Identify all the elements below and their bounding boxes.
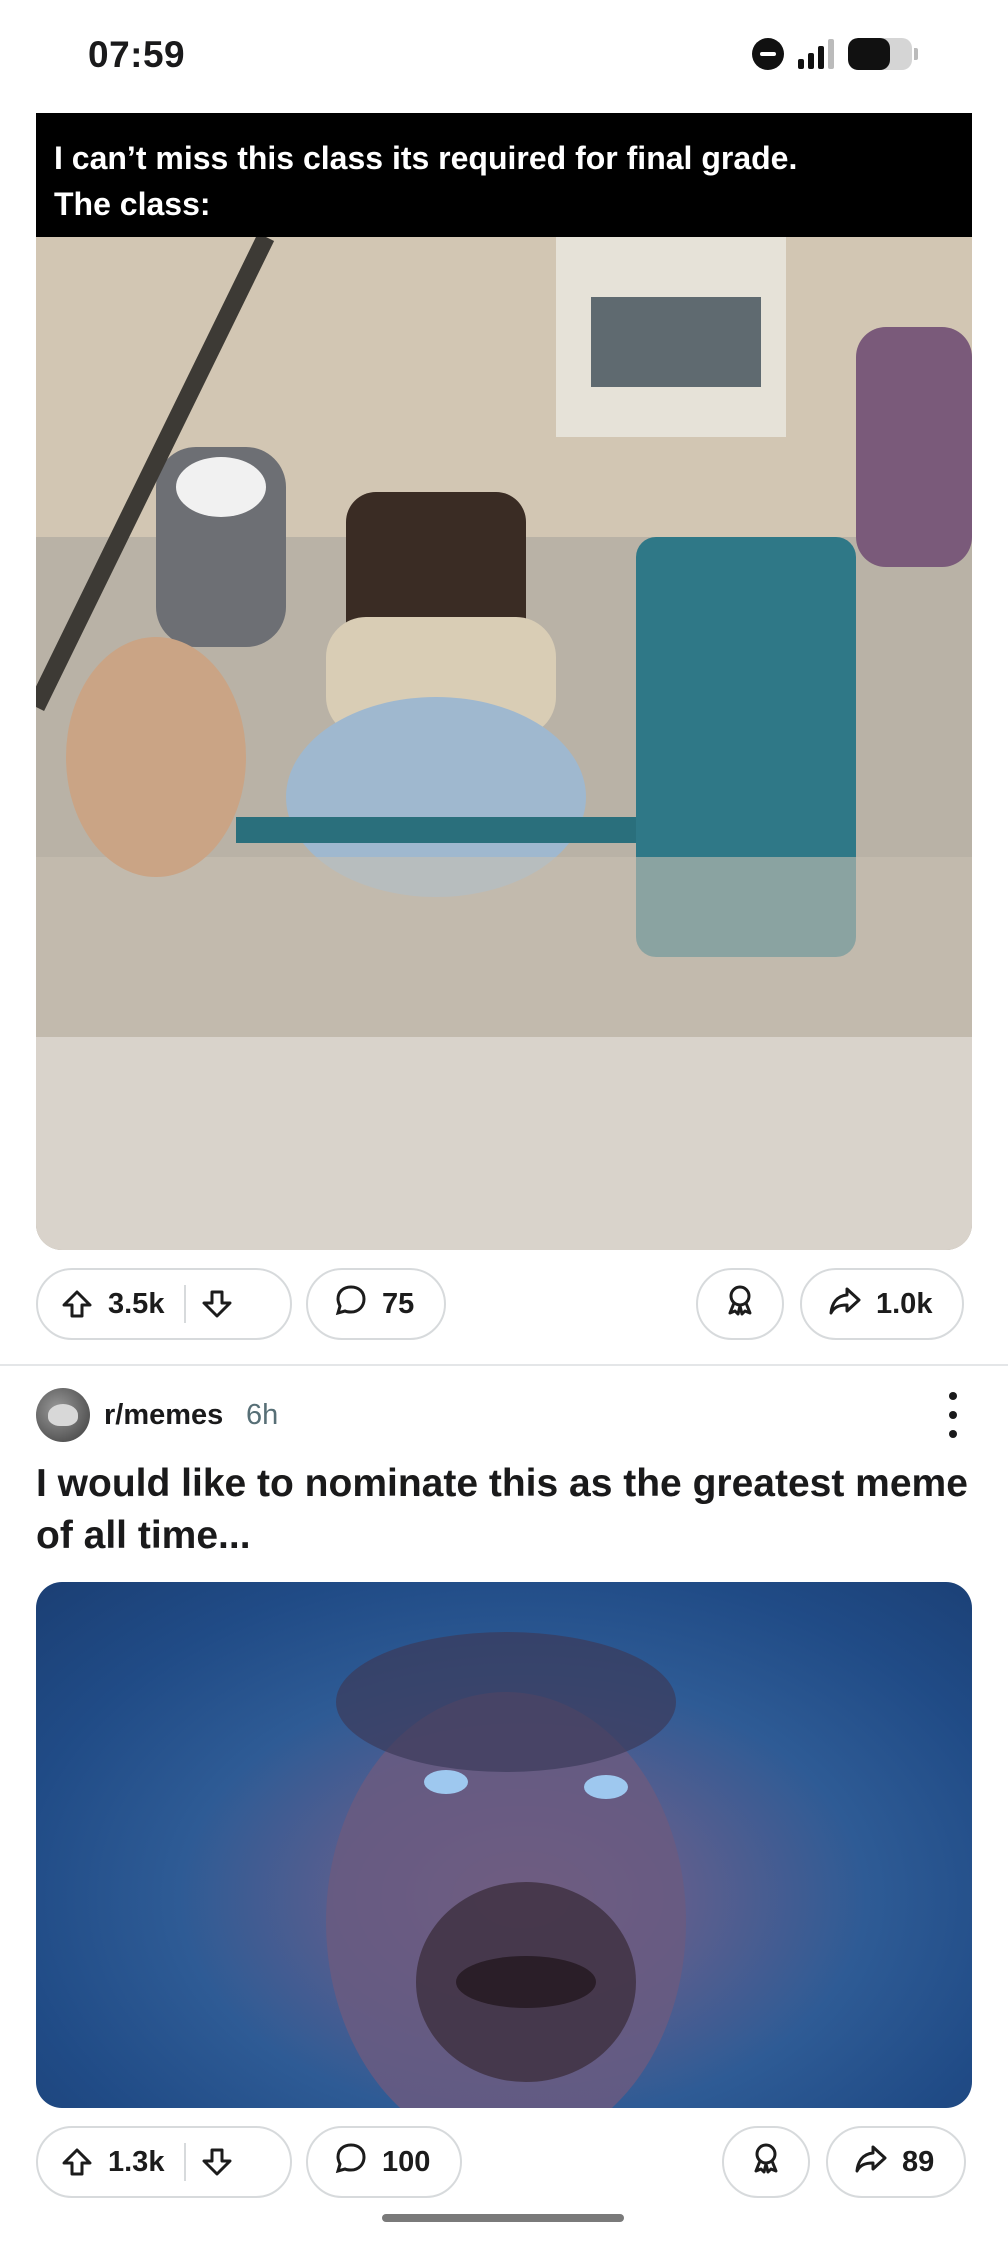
speech-bubble-icon — [334, 1283, 368, 1325]
vote-separator — [184, 2143, 187, 2181]
downvote-arrow-icon[interactable] — [200, 1287, 234, 1321]
upvote-arrow-icon[interactable] — [60, 1287, 94, 1321]
man-looking-up-illustration — [326, 1632, 686, 2108]
post2-award-button[interactable] — [722, 2126, 810, 2198]
post1-action-bar: 3.5k 75 1.0k — [36, 1268, 972, 1344]
post1-comments-button[interactable]: 75 — [306, 1268, 447, 1340]
status-clock: 07:59 — [88, 34, 186, 75]
post2-image[interactable] — [36, 1582, 972, 2108]
share-arrow-icon — [828, 1283, 862, 1325]
home-indicator[interactable] — [382, 2214, 624, 2222]
post1-image[interactable]: I can’t miss this class its required for… — [36, 113, 972, 1250]
signal-strength-icon — [798, 39, 834, 69]
post2-share-button[interactable]: 89 — [826, 2126, 967, 2198]
meme-caption: I can’t miss this class its required for… — [36, 113, 972, 237]
vertical-ellipsis-icon[interactable] — [948, 1392, 958, 1438]
post2-subreddit-name[interactable]: r/memes — [104, 1399, 223, 1432]
vote-separator — [184, 1285, 187, 1323]
post-divider — [0, 1364, 1008, 1366]
post1-award-button[interactable] — [696, 1268, 784, 1340]
post2-share-count: 89 — [902, 2145, 935, 2178]
post2-age: 6h — [246, 1399, 279, 1431]
share-arrow-icon — [854, 2141, 888, 2183]
award-ribbon-icon — [749, 2141, 783, 2183]
meme-caption-line2: The class: — [54, 186, 211, 222]
status-icons — [752, 38, 918, 70]
post1-comment-count: 75 — [382, 1287, 415, 1320]
award-ribbon-icon — [723, 1283, 757, 1325]
post1-upvote-count: 3.5k — [108, 1287, 165, 1320]
meme-caption-line1: I can’t miss this class its required for… — [54, 140, 798, 176]
post2-vote-control: 1.3k — [36, 2126, 292, 2198]
do-not-disturb-icon — [752, 38, 784, 70]
post2-comments-button[interactable]: 100 — [306, 2126, 463, 2198]
speech-bubble-icon — [334, 2141, 368, 2183]
post2-upvote-count: 1.3k — [108, 2145, 165, 2178]
post2-header: r/memes 6h — [36, 1388, 972, 1444]
battery-tip — [914, 48, 918, 60]
subreddit-avatar[interactable] — [36, 1388, 90, 1442]
post2-title[interactable]: I would like to nominate this as the gre… — [36, 1458, 972, 1562]
status-bar: 07:59 — [0, 0, 1008, 112]
upvote-arrow-icon[interactable] — [60, 2145, 94, 2179]
post2-action-bar: 1.3k 100 89 — [36, 2126, 972, 2202]
classroom-photo — [36, 233, 972, 1250]
post1-vote-control: 3.5k — [36, 1268, 292, 1340]
downvote-arrow-icon[interactable] — [200, 2145, 234, 2179]
battery-icon — [848, 38, 912, 70]
classroom-photo-illustration — [36, 233, 972, 1250]
post2-comment-count: 100 — [382, 2145, 431, 2178]
post1-share-count: 1.0k — [876, 1287, 933, 1320]
post1-share-button[interactable]: 1.0k — [800, 1268, 965, 1340]
